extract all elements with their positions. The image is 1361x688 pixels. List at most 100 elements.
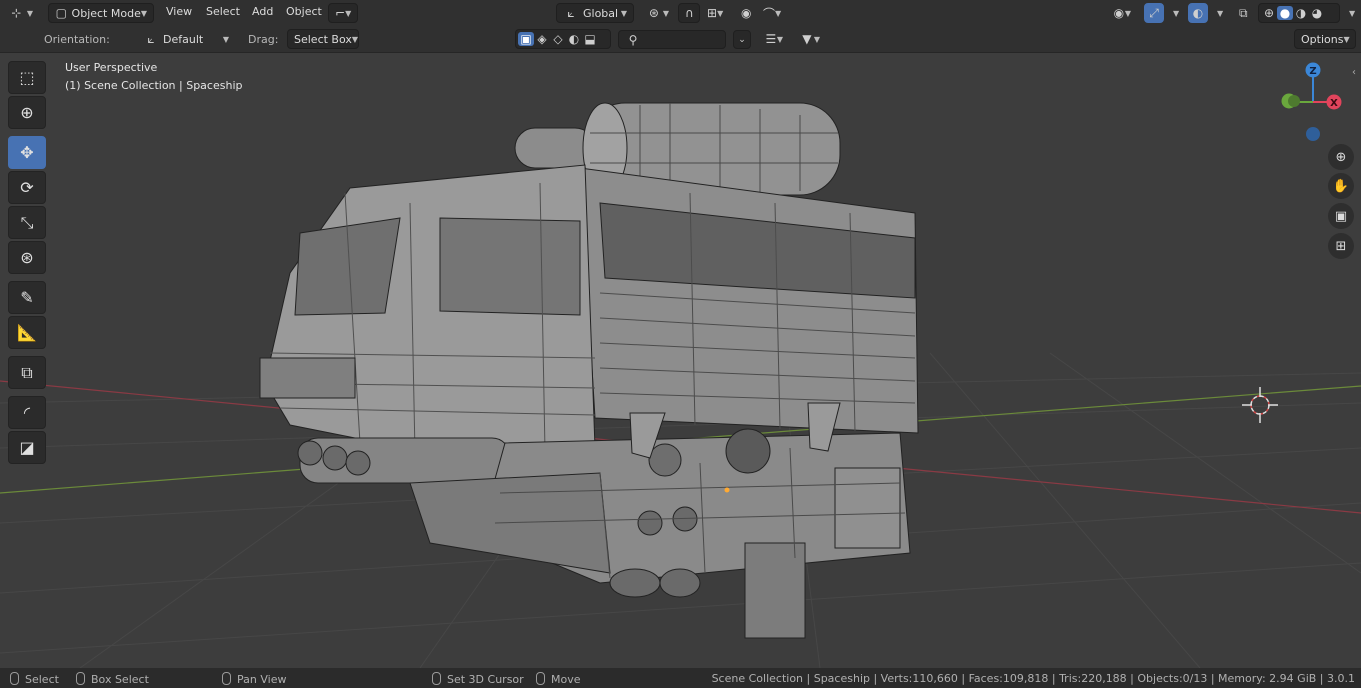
gizmo-dropdown-chevron[interactable]: ▼ [1173, 9, 1179, 18]
snap-toggle[interactable]: ∩ [678, 3, 700, 23]
xray-toggle[interactable]: ⧉ [1232, 3, 1254, 23]
select-subtract-icon[interactable]: ◇ [550, 32, 566, 46]
options-dropdown[interactable]: Options ▼ [1294, 29, 1356, 49]
rotate-tool[interactable]: ⟳ [8, 171, 46, 204]
mode-dropdown[interactable]: ▢ Object Mode ▼ [48, 3, 154, 23]
drag-dropdown[interactable]: Select Box ▼ [287, 29, 359, 49]
filter-toggle[interactable]: ⌄ [733, 30, 751, 49]
pivot-point-button[interactable]: ⊛ ▼ [640, 3, 676, 23]
transform-tool[interactable]: ⊛ [8, 241, 46, 274]
3d-viewport[interactable]: Z X User Perspective (1) Scene Collectio… [0, 53, 1361, 668]
status-move: Move [536, 672, 581, 686]
pan-button[interactable]: ✋ [1328, 173, 1354, 199]
cab [259, 164, 596, 454]
search-input[interactable]: ⚲ [618, 30, 726, 49]
select-invert-icon[interactable]: ◐ [566, 32, 582, 46]
bevel-tool[interactable]: ◪ [8, 431, 46, 464]
menu-view[interactable]: View [166, 5, 192, 18]
camera-icon: ▣ [1334, 208, 1348, 224]
rotate-icon: ⟳ [20, 178, 34, 197]
shear-icon: ◜ [23, 403, 31, 422]
status-set-cursor: Set 3D Cursor [432, 672, 524, 686]
measure-tool[interactable]: 📐 [8, 316, 46, 349]
falloff-button[interactable]: ⌒ ▼ [756, 3, 786, 23]
shading-mode-group: ⊕ ● ◑ ◕ [1258, 3, 1340, 23]
gizmo-neg-z-handle[interactable] [1306, 127, 1320, 141]
add-cube-icon: ⧉ [21, 362, 33, 382]
proportional-edit-icon: ◉ [741, 6, 752, 20]
filter-mode-icon: ⌄ [738, 34, 746, 45]
snap-target-button[interactable]: ⊞ ▼ [700, 3, 730, 23]
pivot-icon: ⊛ [648, 6, 659, 20]
shear-tool[interactable]: ◜ [8, 396, 46, 429]
perspective-label: User Perspective [65, 61, 158, 74]
eye-icon: ◉ [1113, 6, 1125, 20]
tool-settings-bar: Orientation: ⟀ Default ▼ Drag: Select Bo… [0, 26, 1361, 53]
scale-tool[interactable]: ⤡ [8, 206, 46, 239]
material-shading-icon[interactable]: ◑ [1293, 6, 1309, 20]
transform-orientation-dropdown[interactable]: ⟀ Global ▼ [556, 3, 634, 23]
menu-object[interactable]: Object [286, 5, 322, 18]
mouse-middle-icon [222, 672, 231, 685]
menu-add[interactable]: Add [252, 5, 273, 18]
gizmo-toggle[interactable]: ⌐ ▼ [328, 3, 358, 23]
sidebar-toggle[interactable]: ‹ [1352, 67, 1361, 83]
axes-icon: ⊹ [11, 6, 22, 20]
filter-button[interactable]: ▼ ▼ [793, 29, 827, 49]
annotate-icon: ✎ [20, 288, 34, 307]
orientation-icon: ⟀ [147, 31, 155, 46]
select-intersect-icon[interactable]: ⬓ [582, 32, 598, 46]
cargo-box [579, 167, 919, 434]
select-extend-icon[interactable]: ◈ [534, 32, 550, 46]
global-icon: ⟀ [567, 5, 575, 20]
mouse-right-icon [432, 672, 441, 685]
gizmo-show-toggle[interactable]: ⤢ [1144, 3, 1164, 23]
magnet-icon: ∩ [685, 6, 694, 20]
perspective-toggle-button[interactable]: ⊞ [1328, 233, 1354, 259]
hand-icon: ✋ [1332, 178, 1350, 194]
snap-increment-icon: ⊞ [707, 6, 718, 20]
scene-statistics: Scene Collection | Spaceship | Verts:110… [711, 672, 1355, 685]
solid-shading-icon[interactable]: ● [1277, 6, 1293, 20]
object-mode-icon: ▢ [55, 6, 67, 20]
collection-label: (1) Scene Collection | Spaceship [65, 79, 243, 92]
mouse-drag-right-icon [536, 672, 545, 685]
add-cube-tool[interactable]: ⧉ [8, 356, 46, 389]
spaceship-model[interactable] [259, 102, 919, 639]
hierarchy-icon: ☰ [765, 32, 777, 46]
cursor-tool[interactable]: ⊕ [8, 96, 46, 129]
overlay-icon: ◐ [1192, 6, 1204, 20]
orientation-label: Orientation: [44, 33, 110, 46]
gizmo-neg-y-handle[interactable] [1288, 95, 1300, 107]
select-box-tool[interactable]: ⬚ [8, 61, 46, 94]
gizmo-icon: ⤢ [1149, 5, 1159, 20]
transform-icon: ⊛ [20, 248, 34, 267]
rendered-shading-icon[interactable]: ◕ [1309, 6, 1325, 20]
select-set-icon[interactable]: ▣ [518, 32, 534, 46]
overlays-dropdown-chevron[interactable]: ▼ [1217, 9, 1223, 18]
xray-icon: ⧉ [1239, 5, 1248, 20]
shading-dropdown-chevron[interactable]: ▼ [1349, 9, 1355, 18]
orientation-dropdown[interactable]: ⟀ Default ▼ [136, 29, 236, 49]
editor-type-button[interactable]: ⊹ ▼ [4, 3, 40, 23]
camera-view-button[interactable]: ▣ [1328, 203, 1354, 229]
cursor-icon: ⊕ [20, 103, 34, 122]
status-pan-view-label: Pan View [237, 673, 287, 686]
gizmo-x-label: X [1330, 98, 1338, 109]
zoom-button[interactable]: ⊕ [1328, 144, 1354, 170]
status-bar: Select Box Select Pan View Set 3D Cursor… [0, 668, 1361, 688]
visibility-button[interactable]: ◉ ▼ [1106, 3, 1138, 23]
annotate-tool[interactable]: ✎ [8, 281, 46, 314]
object-origin [724, 487, 730, 493]
outliner-sort-button[interactable]: ☰ ▼ [758, 29, 790, 49]
wireframe-shading-icon[interactable]: ⊕ [1261, 6, 1277, 20]
menu-select[interactable]: Select [206, 5, 240, 18]
mode-label: Object Mode [71, 6, 141, 20]
status-select: Select [10, 672, 59, 686]
drag-dropdown-value: Select Box [294, 32, 352, 46]
proportional-edit-toggle[interactable]: ◉ [734, 3, 754, 23]
options-label: Options [1301, 32, 1344, 46]
overlays-toggle[interactable]: ◐ [1188, 3, 1208, 23]
move-tool[interactable]: ✥ [8, 136, 46, 169]
navigation-gizmo[interactable]: Z X [1281, 62, 1342, 142]
